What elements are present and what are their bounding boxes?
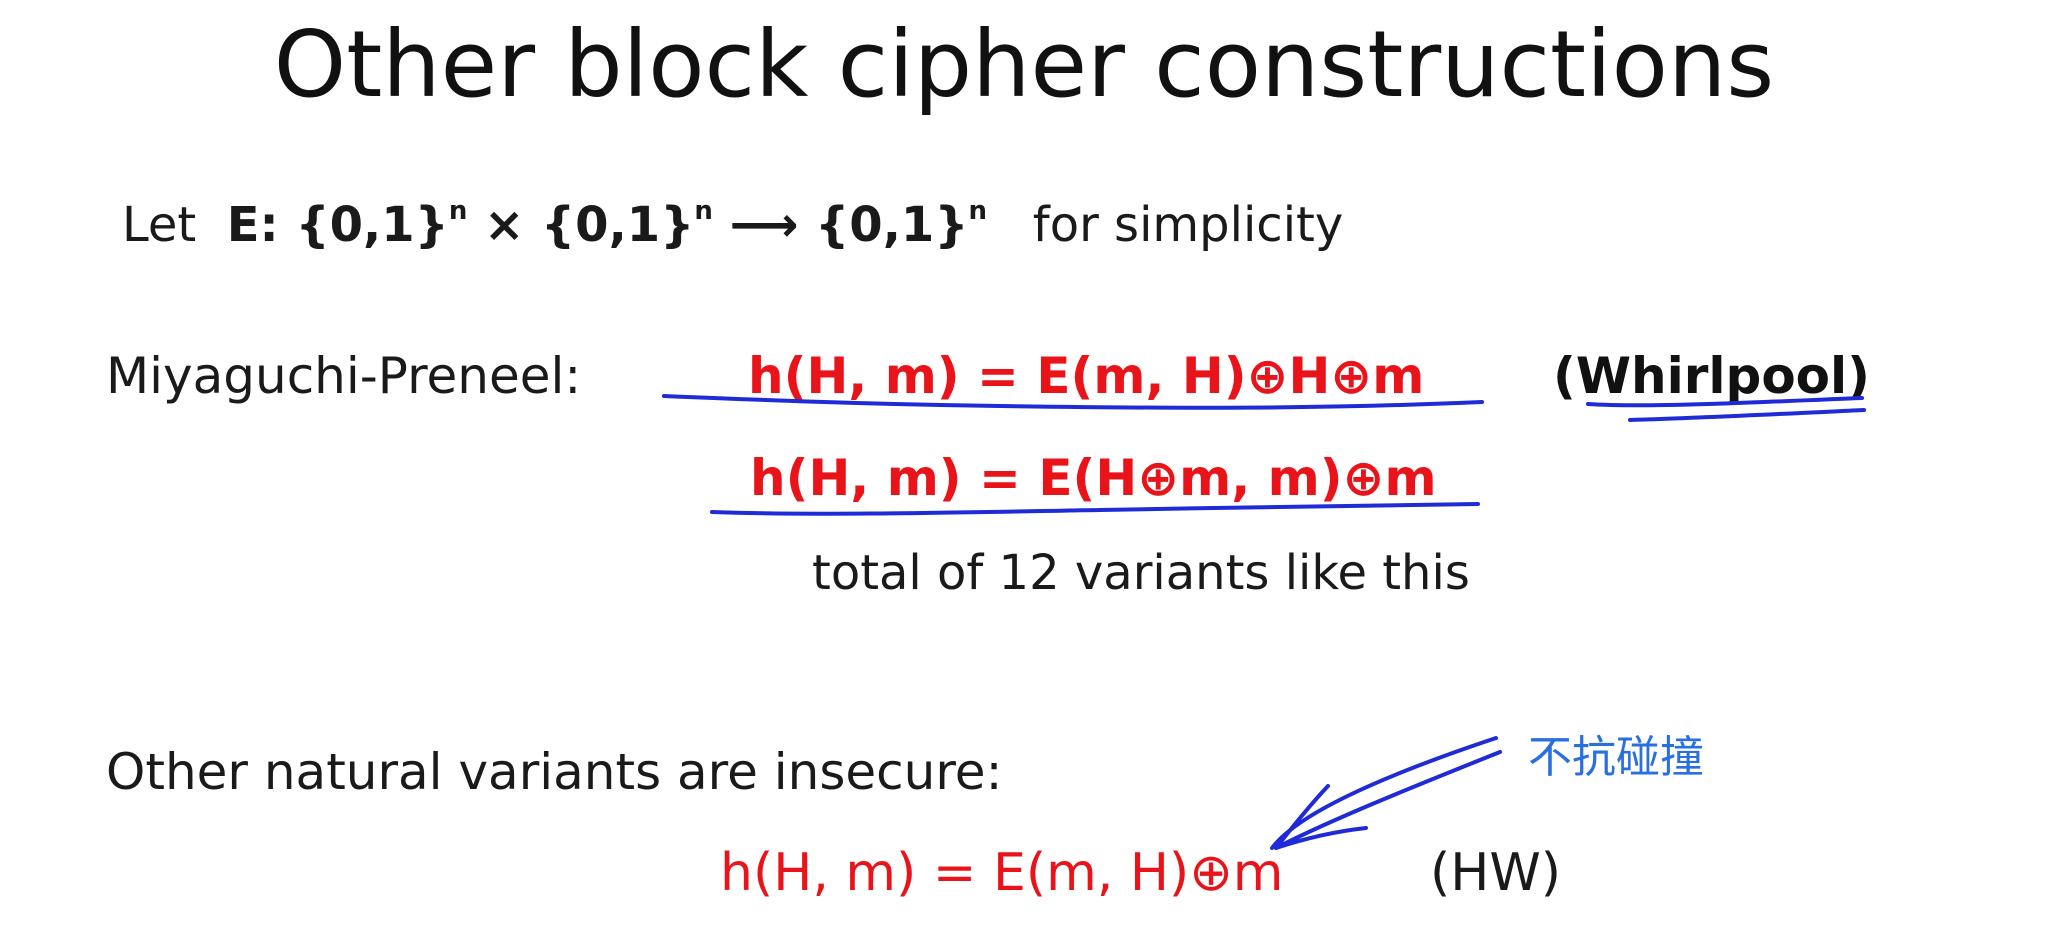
arrow-shaft-2 [1274, 750, 1502, 850]
underline-formula1 [662, 394, 1484, 410]
underline-whirlpool-1 [1586, 396, 1864, 408]
lecture-slide: Other block cipher constructions Let E: … [0, 0, 2048, 933]
pen-annotations [662, 394, 1866, 850]
underline-formula2 [710, 502, 1480, 516]
underline-whirlpool-2 [1628, 408, 1866, 422]
